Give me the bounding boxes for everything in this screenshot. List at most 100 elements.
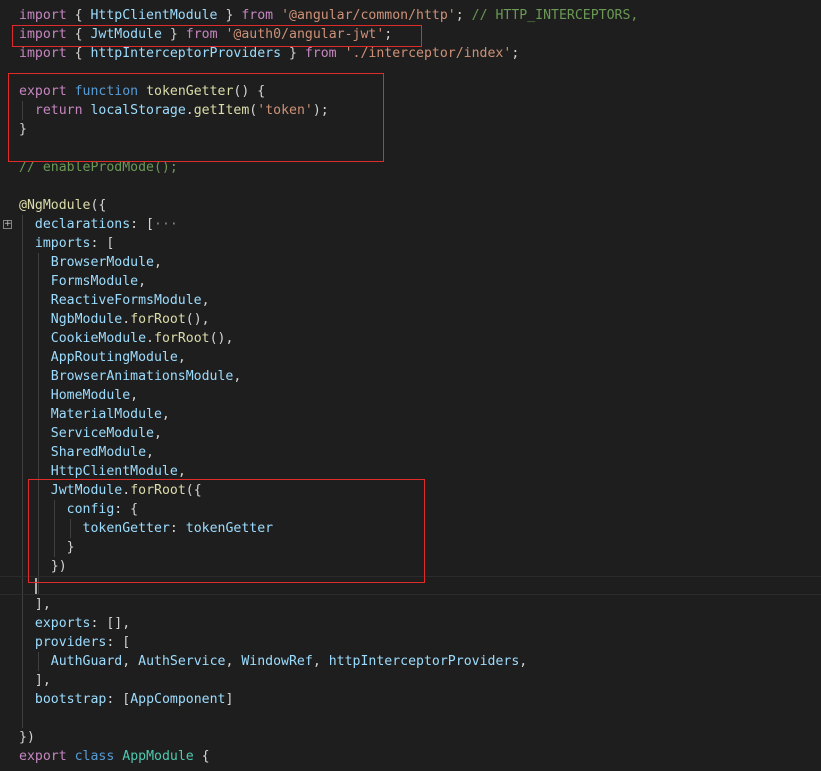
code-line[interactable]: exports: [], xyxy=(0,614,821,633)
code-token: HttpClientModule xyxy=(50,464,178,479)
code-line-text: MaterialModule, xyxy=(19,405,170,424)
code-token: BrowserModule xyxy=(50,255,154,270)
code-line[interactable]: ReactiveFormsModule, xyxy=(0,291,821,310)
code-token: imports xyxy=(34,236,91,251)
code-line[interactable]: ServiceModule, xyxy=(0,424,821,443)
code-token: HomeModule xyxy=(50,388,131,403)
annotation-box-token-getter xyxy=(8,73,384,162)
code-token: from xyxy=(304,46,337,61)
code-line-text: imports: [ xyxy=(19,234,114,253)
code-token: , xyxy=(146,445,154,460)
code-token: ServiceModule xyxy=(50,426,154,441)
code-token: FormsModule xyxy=(50,274,139,289)
code-token: MaterialModule xyxy=(50,407,162,422)
code-token: @NgModule xyxy=(19,198,91,213)
code-token: class xyxy=(74,749,115,764)
code-token: : [ xyxy=(90,236,115,251)
code-token: providers xyxy=(34,635,107,650)
code-token: AuthService xyxy=(138,654,226,669)
code-line[interactable]: ], xyxy=(0,595,821,614)
code-token: . xyxy=(122,312,131,327)
code-token: ; xyxy=(511,46,520,61)
code-token: , xyxy=(201,293,210,308)
code-line[interactable]: BrowserModule, xyxy=(0,253,821,272)
code-token: BrowserAnimationsModule xyxy=(50,369,234,384)
code-line[interactable]: CookieModule.forRoot(), xyxy=(0,329,821,348)
code-token: ; xyxy=(455,8,472,23)
code-token: ({ xyxy=(90,198,107,213)
code-line[interactable]: providers: [ xyxy=(0,633,821,652)
code-line[interactable]: BrowserAnimationsModule, xyxy=(0,367,821,386)
code-token: import xyxy=(19,8,67,23)
code-token: httpInterceptorProviders xyxy=(90,46,282,61)
code-line-text: ], xyxy=(19,671,51,690)
code-token: , xyxy=(138,274,147,289)
code-line-text: providers: [ xyxy=(19,633,130,652)
code-line[interactable]: declarations: [··· xyxy=(0,215,821,234)
code-line[interactable]: bootstrap: [AppComponent] xyxy=(0,690,821,709)
code-line[interactable]: MaterialModule, xyxy=(0,405,821,424)
code-token: AuthGuard xyxy=(50,654,123,669)
code-token: './interceptor/index' xyxy=(344,46,512,61)
code-line[interactable]: AuthGuard, AuthService, WindowRef, httpI… xyxy=(0,652,821,671)
code-token: : [ xyxy=(106,692,131,707)
code-token: , xyxy=(225,654,242,669)
code-line-text: BrowserModule, xyxy=(19,253,162,272)
code-token: : [ xyxy=(130,217,154,232)
code-line[interactable]: @NgModule({ xyxy=(0,196,821,215)
code-token: bootstrap xyxy=(34,692,107,707)
code-line[interactable]: ], xyxy=(0,671,821,690)
code-editor[interactable]: + import { HttpClientModule } from '@ang… xyxy=(0,0,821,771)
code-token: , xyxy=(233,369,242,384)
code-token: forRoot xyxy=(130,312,186,327)
code-token: ReactiveFormsModule xyxy=(50,293,202,308)
code-line-text: ReactiveFormsModule, xyxy=(19,291,210,310)
code-token: , xyxy=(177,350,186,365)
code-token: , xyxy=(122,654,139,669)
code-line[interactable]: AppRoutingModule, xyxy=(0,348,821,367)
code-token: } xyxy=(281,46,305,61)
code-line-text: AuthGuard, AuthService, WindowRef, httpI… xyxy=(19,652,527,671)
code-token: exports xyxy=(34,616,91,631)
code-line-text: declarations: [··· xyxy=(19,215,178,234)
code-line[interactable]: SharedModule, xyxy=(0,443,821,462)
code-line[interactable]: HomeModule, xyxy=(0,386,821,405)
code-line-text: CookieModule.forRoot(), xyxy=(19,329,234,348)
code-line[interactable]: imports: [ xyxy=(0,234,821,253)
code-token: , xyxy=(153,426,162,441)
code-line-text: AppRoutingModule, xyxy=(19,348,186,367)
code-token: , xyxy=(161,407,170,422)
code-line[interactable] xyxy=(0,709,821,728)
code-line[interactable]: NgbModule.forRoot(), xyxy=(0,310,821,329)
code-token: NgbModule xyxy=(50,312,123,327)
code-line[interactable]: }) xyxy=(0,728,821,747)
code-token: { xyxy=(66,46,91,61)
code-token: SharedModule xyxy=(50,445,147,460)
code-token: CookieModule xyxy=(50,331,147,346)
code-line[interactable] xyxy=(0,177,821,196)
code-token: (), xyxy=(209,331,234,346)
code-token: import xyxy=(19,46,67,61)
code-token: , xyxy=(153,255,162,270)
code-line[interactable]: FormsModule, xyxy=(0,272,821,291)
code-line-text: ServiceModule, xyxy=(19,424,162,443)
code-line-text: }) xyxy=(19,728,35,747)
code-token: { xyxy=(66,8,91,23)
code-token: ], xyxy=(19,597,51,612)
code-token: : [], xyxy=(90,616,131,631)
code-line[interactable]: import { HttpClientModule } from '@angul… xyxy=(0,6,821,25)
code-line-text: @NgModule({ xyxy=(19,196,106,215)
code-line[interactable]: export class AppModule { xyxy=(0,747,821,766)
